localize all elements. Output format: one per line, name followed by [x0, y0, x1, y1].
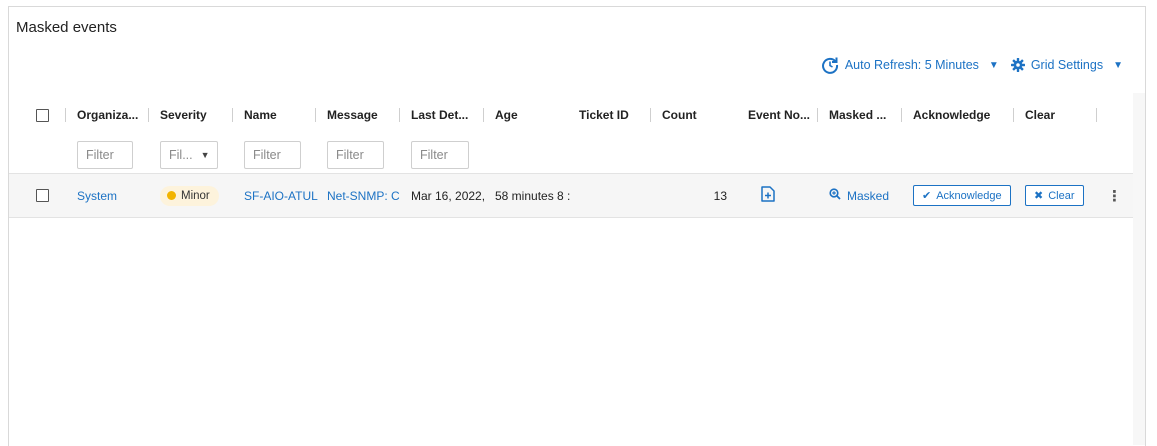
acknowledge-label: Acknowledge: [936, 189, 1002, 202]
message-link[interactable]: Net-SNMP: C: [327, 174, 403, 217]
table-row[interactable]: System Minor SF-AIO-ATUL Net-SNMP: C Mar…: [9, 173, 1135, 218]
column-header-masked[interactable]: Masked ...: [829, 93, 886, 137]
name-filter-input[interactable]: Filter: [244, 141, 301, 169]
more-options-icon[interactable]: ⋮: [1107, 174, 1122, 217]
severity-filter-select[interactable]: Fil... ▼: [160, 141, 218, 169]
severity-badge: Minor: [160, 185, 219, 206]
severity-cell: Minor: [160, 174, 232, 217]
masked-label: Masked: [847, 188, 890, 203]
checkmark-icon: ✔: [922, 190, 932, 202]
chevron-down-icon: ▼: [1113, 59, 1123, 71]
column-header-name[interactable]: Name: [244, 93, 277, 137]
panel-title: Masked events: [16, 19, 117, 36]
gear-icon: [1010, 58, 1025, 72]
grid-settings-label: Grid Settings: [1030, 58, 1104, 72]
last-detected-value: Mar 16, 2022,: [411, 188, 486, 203]
column-header-organization[interactable]: Organiza...: [77, 93, 138, 137]
select-all-checkbox[interactable]: [36, 108, 49, 122]
column-header-acknowledge[interactable]: Acknowledge: [913, 93, 990, 137]
select-all-checkbox-cell: [36, 93, 49, 137]
filter-row: Filter Fil... ▼ Filter Filter Filter: [9, 137, 1135, 177]
clear-button[interactable]: ✖ Clear: [1025, 185, 1084, 206]
zoom-search-icon: [829, 188, 841, 203]
grid-toolbar: Auto Refresh: 5 Minutes ▼ Grid Settings …: [821, 56, 1123, 74]
acknowledge-button[interactable]: ✔ Acknowledge: [913, 185, 1011, 206]
severity-filter-placeholder: Fil...: [169, 148, 193, 162]
add-note-icon[interactable]: [761, 186, 775, 205]
column-header-message[interactable]: Message: [327, 93, 378, 137]
grid-header: Organiza... Severity Name Message Last D…: [9, 93, 1135, 137]
severity-label: Minor: [181, 189, 210, 202]
severity-dot-icon: [167, 191, 176, 200]
column-header-ticket-id[interactable]: Ticket ID: [579, 93, 629, 137]
masked-link[interactable]: Masked: [829, 174, 889, 217]
last-detected-filter-input[interactable]: Filter: [411, 141, 469, 169]
close-icon: ✖: [1034, 190, 1044, 202]
clear-cell: ✖ Clear: [1025, 174, 1084, 217]
message-filter-input[interactable]: Filter: [327, 141, 384, 169]
masked-events-panel: Masked events Auto Refresh: 5 Minutes ▼: [8, 6, 1146, 446]
column-header-severity[interactable]: Severity: [160, 93, 207, 137]
column-header-age[interactable]: Age: [495, 93, 518, 137]
count-value: 13: [713, 188, 727, 203]
column-header-last-detected[interactable]: Last Det...: [411, 93, 468, 137]
age-value: 58 minutes 8 :: [495, 188, 571, 203]
column-header-clear[interactable]: Clear: [1025, 93, 1055, 137]
ticket-id-value: [579, 174, 649, 217]
organization-filter-input[interactable]: Filter: [77, 141, 133, 169]
vertical-scrollbar[interactable]: [1133, 93, 1145, 445]
chevron-down-icon: ▼: [988, 59, 999, 71]
events-grid: Organiza... Severity Name Message Last D…: [9, 93, 1135, 177]
acknowledge-cell: ✔ Acknowledge: [913, 174, 1011, 217]
auto-refresh-button[interactable]: Auto Refresh: 5 Minutes ▼: [821, 56, 999, 74]
grid-settings-button[interactable]: Grid Settings ▼: [1010, 58, 1123, 72]
event-name-link[interactable]: SF-AIO-ATUL: [244, 174, 320, 217]
row-checkbox-cell: [36, 174, 49, 217]
caret-down-icon: ▼: [200, 150, 210, 160]
event-notes-cell: [761, 174, 775, 217]
refresh-icon: [821, 56, 839, 74]
column-header-count[interactable]: Count: [662, 93, 697, 137]
clear-label: Clear: [1048, 189, 1075, 202]
auto-refresh-label: Auto Refresh: 5 Minutes: [844, 58, 979, 72]
organization-link[interactable]: System: [77, 174, 147, 217]
column-header-event-notes[interactable]: Event No...: [748, 93, 810, 137]
row-checkbox[interactable]: [36, 189, 49, 202]
